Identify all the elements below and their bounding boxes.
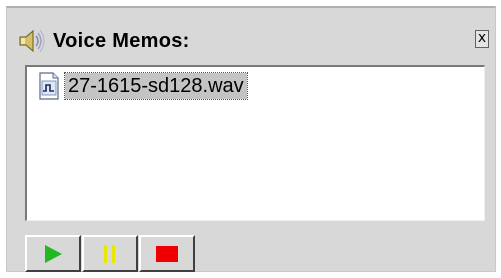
- play-button[interactable]: [25, 235, 81, 272]
- list-item[interactable]: 27-1615-sd128.wav: [37, 71, 248, 101]
- playback-controls: [25, 235, 196, 272]
- memo-list[interactable]: 27-1615-sd128.wav: [25, 65, 485, 221]
- memo-file-name[interactable]: 27-1615-sd128.wav: [64, 72, 248, 100]
- voice-memos-window: Voice Memos: x 27-1615-sd128.wav: [0, 0, 501, 278]
- speaker-icon: [17, 26, 47, 56]
- panel-header: Voice Memos:: [17, 26, 190, 56]
- stop-icon: [156, 245, 178, 262]
- audio-file-icon: [37, 72, 61, 100]
- close-button[interactable]: x: [475, 30, 489, 48]
- pause-button[interactable]: [82, 235, 138, 272]
- voice-memos-panel: Voice Memos: x 27-1615-sd128.wav: [6, 6, 496, 272]
- play-icon: [45, 244, 62, 263]
- panel-title: Voice Memos:: [53, 29, 190, 52]
- pause-icon: [104, 244, 115, 263]
- stop-button[interactable]: [139, 235, 195, 272]
